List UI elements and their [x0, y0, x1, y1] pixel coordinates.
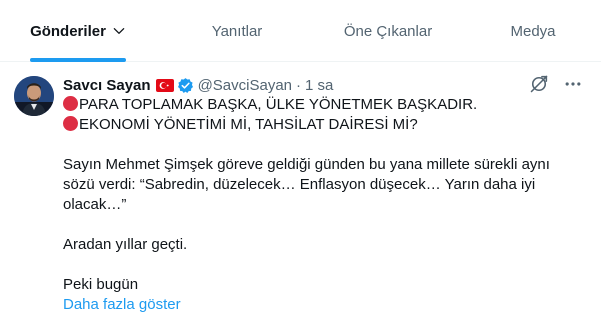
- tweet-line: PARA TOPLAMAK BAŞKA, ÜLKE YÖNETMEK BAŞKA…: [63, 95, 583, 115]
- tweet[interactable]: Savcı Sayan @SavciSayan · 1 sa PARA TOPL…: [0, 62, 601, 326]
- avatar[interactable]: [14, 76, 54, 116]
- tweet-line-text: PARA TOPLAMAK BAŞKA, ÜLKE YÖNETMEK BAŞKA…: [79, 96, 478, 113]
- tab-posts-label: Gönderiler: [30, 22, 106, 40]
- tweet-timestamp[interactable]: 1 sa: [305, 77, 333, 94]
- grok-icon[interactable]: [529, 74, 549, 94]
- tweet-body: PARA TOPLAMAK BAŞKA, ÜLKE YÖNETMEK BAŞKA…: [63, 95, 583, 315]
- tweet-paragraph: Sayın Mehmet Şimşek göreve geldiği günde…: [63, 156, 550, 213]
- tab-posts[interactable]: Gönderiler: [18, 0, 138, 62]
- author-handle[interactable]: @SavciSayan: [198, 77, 292, 94]
- chevron-down-icon[interactable]: [112, 24, 126, 38]
- tweet-actions: [529, 74, 583, 94]
- verified-badge-icon[interactable]: [177, 77, 194, 94]
- red-circle-emoji: [63, 96, 78, 111]
- tweet-line: EKONOMİ YÖNETİMİ Mİ, TAHSİLAT DAİRESİ Mİ…: [63, 115, 583, 135]
- tweet-paragraph: Aradan yıllar geçti.: [63, 236, 188, 253]
- tab-replies[interactable]: Yanıtlar: [178, 0, 296, 62]
- author-name[interactable]: Savcı Sayan: [63, 77, 151, 94]
- profile-tabs: Gönderiler Yanıtlar Öne Çıkanlar Medya: [0, 0, 601, 62]
- tab-highlights-label: Öne Çıkanlar: [343, 22, 433, 40]
- tab-media[interactable]: Medya: [480, 0, 586, 62]
- avatar-image: [14, 76, 54, 116]
- tweet-header: Savcı Sayan @SavciSayan · 1 sa: [63, 74, 333, 96]
- red-circle-emoji: [63, 116, 78, 131]
- tweet-paragraph: Peki bugün: [63, 276, 139, 293]
- tab-highlights[interactable]: Öne Çıkanlar: [318, 0, 458, 62]
- turkey-flag-icon: [155, 78, 174, 92]
- show-more-link[interactable]: Daha fazla göster: [63, 295, 583, 315]
- separator-dot: ·: [296, 76, 302, 94]
- more-options-icon[interactable]: [563, 74, 583, 94]
- tab-media-label: Medya: [510, 22, 556, 40]
- tab-replies-label: Yanıtlar: [211, 22, 263, 40]
- tweet-line-text: EKONOMİ YÖNETİMİ Mİ, TAHSİLAT DAİRESİ Mİ…: [79, 116, 418, 133]
